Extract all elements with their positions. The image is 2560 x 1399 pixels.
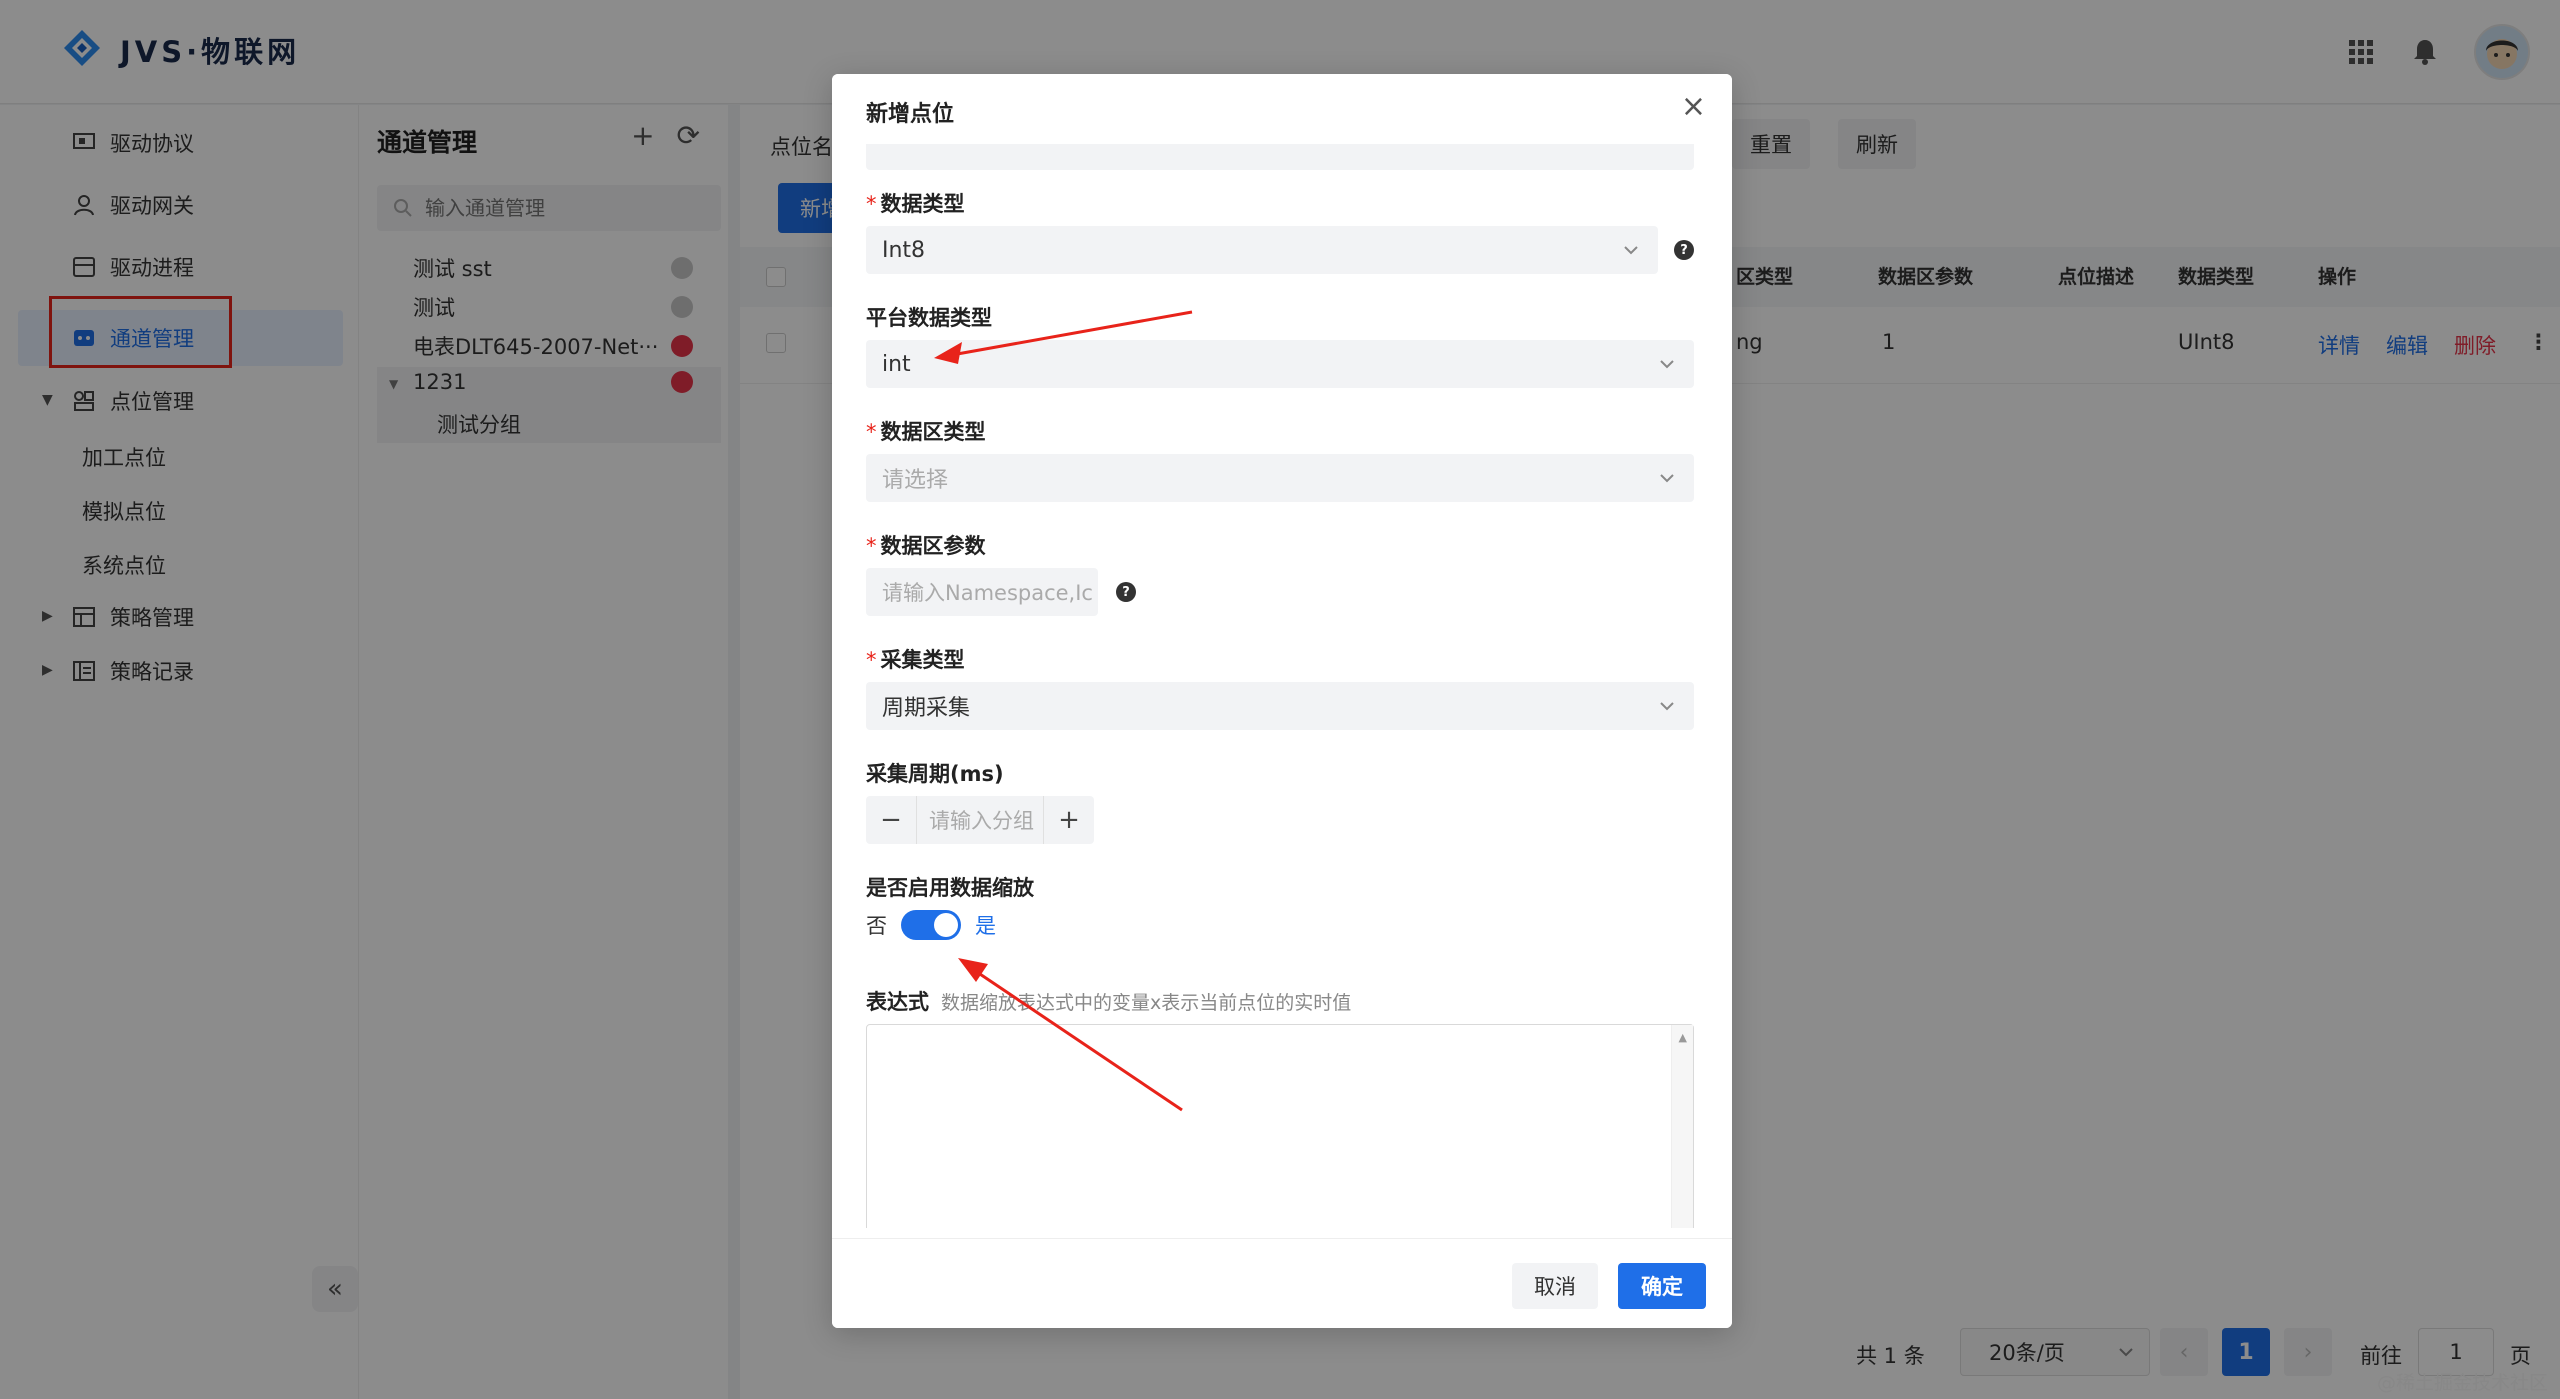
platform-data-type-value: int: [882, 351, 911, 377]
expression-hint: 数据缩放表达式中的变量x表示当前点位的实时值: [941, 992, 1352, 1014]
scroll-up-icon[interactable]: ▲: [1679, 1031, 1687, 1044]
collect-period-stepper: − 请输入分组 +: [866, 796, 1094, 844]
field-label-area-type: * 数据区类型: [866, 420, 986, 444]
chevron-down-icon: [1660, 360, 1674, 369]
dialog-footer: 取消 确定: [832, 1238, 1732, 1328]
switch-off-label: 否: [866, 914, 887, 938]
close-icon[interactable]: ×: [1681, 92, 1706, 122]
confirm-button[interactable]: 确定: [1618, 1263, 1706, 1309]
area-type-placeholder: 请选择: [882, 468, 949, 493]
add-point-dialog: 新增点位 × * 数据类型 Int8 ? 平台数据类型 int * 数据区类型 请选…: [832, 74, 1732, 1328]
field-label-collect-period: 采集周期(ms): [866, 762, 1004, 786]
toggle-knob: [934, 913, 958, 937]
area-type-select[interactable]: 请选择: [866, 454, 1694, 502]
collect-type-select[interactable]: 周期采集: [866, 682, 1694, 730]
area-param-input[interactable]: 请输入Namespace,Ic: [866, 568, 1098, 616]
decrement-button[interactable]: −: [866, 796, 916, 844]
field-label-data-type: * 数据类型: [866, 192, 965, 216]
scaling-toggle[interactable]: [901, 910, 961, 940]
switch-on-label: 是: [975, 914, 996, 938]
platform-data-type-select[interactable]: int: [866, 340, 1694, 388]
data-type-value: Int8: [882, 237, 926, 263]
dialog-title: 新增点位: [866, 102, 955, 127]
scaling-switch-row: 否 是: [866, 910, 996, 940]
textarea-scrollbar[interactable]: ▲: [1671, 1025, 1693, 1228]
field-label-scaling: 是否启用数据缩放: [866, 876, 1034, 900]
cancel-button[interactable]: 取消: [1512, 1263, 1598, 1309]
dialog-body: * 数据类型 Int8 ? 平台数据类型 int * 数据区类型 请选择 * 数据区参…: [832, 144, 1732, 1228]
data-type-select[interactable]: Int8: [866, 226, 1658, 274]
chevron-down-icon: [1624, 246, 1638, 255]
help-icon[interactable]: ?: [1116, 582, 1136, 602]
footer-credit: @稀土掘金技术社区: [2376, 1372, 2548, 1394]
field-label-collect-type: * 采集类型: [866, 648, 965, 672]
collect-type-value: 周期采集: [882, 696, 971, 721]
help-icon[interactable]: ?: [1674, 240, 1694, 260]
increment-button[interactable]: +: [1044, 796, 1094, 844]
field-label-expression: 表达式 数据缩放表达式中的变量x表示当前点位的实时值: [866, 990, 1352, 1014]
field-label-area-param: * 数据区参数: [866, 534, 986, 558]
field-label-platform-data-type: 平台数据类型: [866, 306, 992, 330]
expression-textarea[interactable]: ▲: [866, 1024, 1694, 1228]
chevron-down-icon: [1660, 474, 1674, 483]
point-name-field[interactable]: [866, 144, 1694, 170]
collect-period-input[interactable]: 请输入分组: [916, 796, 1044, 844]
chevron-down-icon: [1660, 702, 1674, 711]
dialog-header: 新增点位 ×: [832, 74, 1732, 144]
